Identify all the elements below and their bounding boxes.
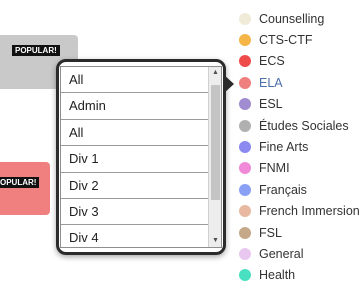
option-all-2[interactable]: All bbox=[61, 120, 208, 147]
popular-badge: POPULAR! bbox=[12, 45, 60, 56]
scroll-up-arrow-icon[interactable]: ▲ bbox=[209, 67, 221, 79]
legend-item-etudes-sociales[interactable]: Études Sociales bbox=[239, 115, 360, 136]
option-div-2[interactable]: Div 2 bbox=[61, 173, 208, 199]
legend-item-fsl[interactable]: FSL bbox=[239, 222, 360, 243]
legend-label: FSL bbox=[259, 225, 282, 240]
color-dot-icon bbox=[239, 12, 251, 25]
legend-item-general[interactable]: General bbox=[239, 243, 360, 264]
subject-legend: Counselling CTS-CTF ECS ELA ESL Études S… bbox=[239, 8, 360, 286]
legend-label: Français bbox=[259, 182, 307, 197]
color-dot-icon bbox=[239, 76, 251, 89]
legend-item-cts-ctf[interactable]: CTS-CTF bbox=[239, 29, 360, 50]
legend-label: ELA bbox=[259, 75, 283, 90]
legend-item-health[interactable]: Health bbox=[239, 265, 360, 286]
color-dot-icon bbox=[239, 247, 251, 260]
legend-item-esl[interactable]: ESL bbox=[239, 94, 360, 115]
option-admin[interactable]: Admin bbox=[61, 93, 208, 120]
color-dot-icon bbox=[239, 34, 251, 47]
color-dot-icon bbox=[239, 98, 251, 111]
legend-label: FNMI bbox=[259, 161, 290, 176]
legend-label: ESL bbox=[259, 97, 283, 112]
option-all[interactable]: All bbox=[61, 67, 208, 94]
color-dot-icon bbox=[239, 55, 251, 68]
scrollbar-thumb[interactable] bbox=[211, 85, 220, 200]
option-div-4[interactable]: Div 4 bbox=[61, 225, 208, 247]
legend-label: ECS bbox=[259, 54, 285, 69]
option-div-1[interactable]: Div 1 bbox=[61, 146, 208, 173]
legend-label: Fine Arts bbox=[259, 140, 309, 155]
legend-item-ecs[interactable]: ECS bbox=[239, 51, 360, 72]
legend-item-french-immersion[interactable]: French Immersion bbox=[239, 201, 360, 222]
course-card-popular-ela[interactable] bbox=[0, 162, 50, 215]
legend-item-francais[interactable]: Français bbox=[239, 179, 360, 200]
legend-label: French Immersion bbox=[259, 204, 360, 219]
listbox-scrollbar[interactable]: ▲ ▼ bbox=[208, 67, 221, 247]
popular-badge: OPULAR! bbox=[0, 177, 40, 188]
division-listbox[interactable]: All Admin All Div 1 Div 2 Div 3 Div 4 ▲ … bbox=[60, 66, 222, 248]
legend-item-counselling[interactable]: Counselling bbox=[239, 8, 360, 29]
color-dot-icon bbox=[239, 269, 251, 282]
color-dot-icon bbox=[239, 162, 251, 175]
legend-label: Health bbox=[259, 268, 296, 283]
division-options: All Admin All Div 1 Div 2 Div 3 Div 4 bbox=[61, 67, 208, 247]
legend-label: Counselling bbox=[259, 11, 325, 26]
legend-label: CTS-CTF bbox=[259, 33, 313, 48]
color-dot-icon bbox=[239, 141, 251, 154]
color-dot-icon bbox=[239, 183, 251, 196]
color-dot-icon bbox=[239, 119, 251, 132]
dropdown-pointer bbox=[223, 74, 234, 94]
color-dot-icon bbox=[239, 226, 251, 239]
scroll-down-arrow-icon[interactable]: ▼ bbox=[209, 235, 221, 247]
legend-item-fine-arts[interactable]: Fine Arts bbox=[239, 136, 360, 157]
color-dot-icon bbox=[239, 205, 251, 218]
legend-item-ela[interactable]: ELA bbox=[239, 72, 360, 93]
legend-label: Études Sociales bbox=[259, 118, 349, 133]
legend-label: General bbox=[259, 246, 304, 261]
legend-item-fnmi[interactable]: FNMI bbox=[239, 158, 360, 179]
option-div-3[interactable]: Div 3 bbox=[61, 199, 208, 226]
